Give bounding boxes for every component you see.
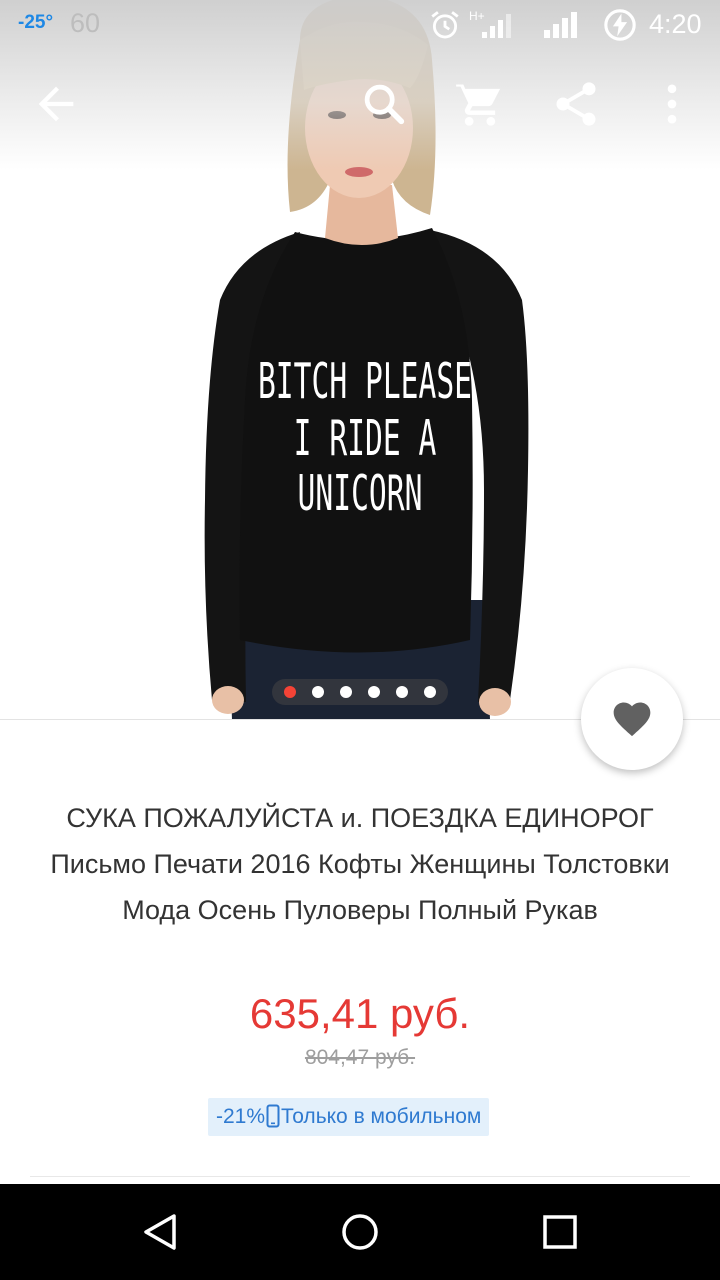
mobile-only-label: Только в мобильном (281, 1105, 482, 1128)
notification-count: 60 (70, 8, 101, 38)
cart-button[interactable] (454, 78, 506, 130)
nav-back-button[interactable] (136, 1208, 184, 1256)
nav-home-button[interactable] (336, 1208, 384, 1256)
battery-charging-icon (602, 8, 638, 47)
smartphone-icon (266, 1104, 280, 1128)
original-price: 804,47 руб. (304, 1046, 416, 1069)
pager-dot-3[interactable] (340, 686, 352, 698)
share-button[interactable] (550, 78, 602, 130)
back-button[interactable] (30, 78, 82, 130)
status-bar: -25° 60 H+ 4:20 (0, 0, 720, 50)
pager-dot-1[interactable] (284, 686, 296, 698)
navigation-bar (0, 1184, 720, 1280)
temperature-indicator: -25° (18, 12, 54, 33)
more-vert-icon (667, 84, 677, 124)
search-icon (364, 84, 405, 125)
square-recents-icon (543, 1215, 577, 1249)
pager-dot-2[interactable] (312, 686, 324, 698)
alarm-icon (428, 8, 462, 47)
mobile-data-signal-icon: H+ (468, 8, 518, 47)
add-to-favorites-button[interactable] (581, 668, 683, 770)
product-title: СУКА ПОЖАЛУЙСТА и. ПОЕЗДКА ЕДИНОРОГ Пись… (50, 803, 670, 925)
shirt-print-line-2: I RIDE A (294, 409, 437, 467)
heart-icon (613, 702, 651, 737)
section-divider (30, 1176, 690, 1177)
shirt-print-line-1: BITCH PLEASE (258, 352, 472, 410)
clock: 4:20 (649, 9, 702, 39)
mobile-discount-badge: -21% Только в мобильном (208, 1098, 490, 1136)
cart-icon (456, 82, 501, 126)
discount-percent: -21% (216, 1105, 266, 1128)
network-type-label: H+ (469, 9, 485, 23)
image-pager (272, 679, 448, 705)
arrow-back-icon (38, 86, 74, 122)
nav-recents-button[interactable] (536, 1208, 584, 1256)
search-button[interactable] (358, 78, 410, 130)
circle-home-icon (342, 1214, 378, 1250)
more-options-button[interactable] (646, 78, 698, 130)
triangle-back-icon (144, 1214, 176, 1250)
shirt-print-line-3: UNICORN (298, 464, 423, 522)
product-price: 635,41 руб. (249, 990, 471, 1037)
signal-strength-icon (540, 8, 580, 47)
pager-dot-4[interactable] (368, 686, 380, 698)
pager-dot-5[interactable] (396, 686, 408, 698)
pager-dot-6[interactable] (424, 686, 436, 698)
share-icon (556, 82, 596, 126)
